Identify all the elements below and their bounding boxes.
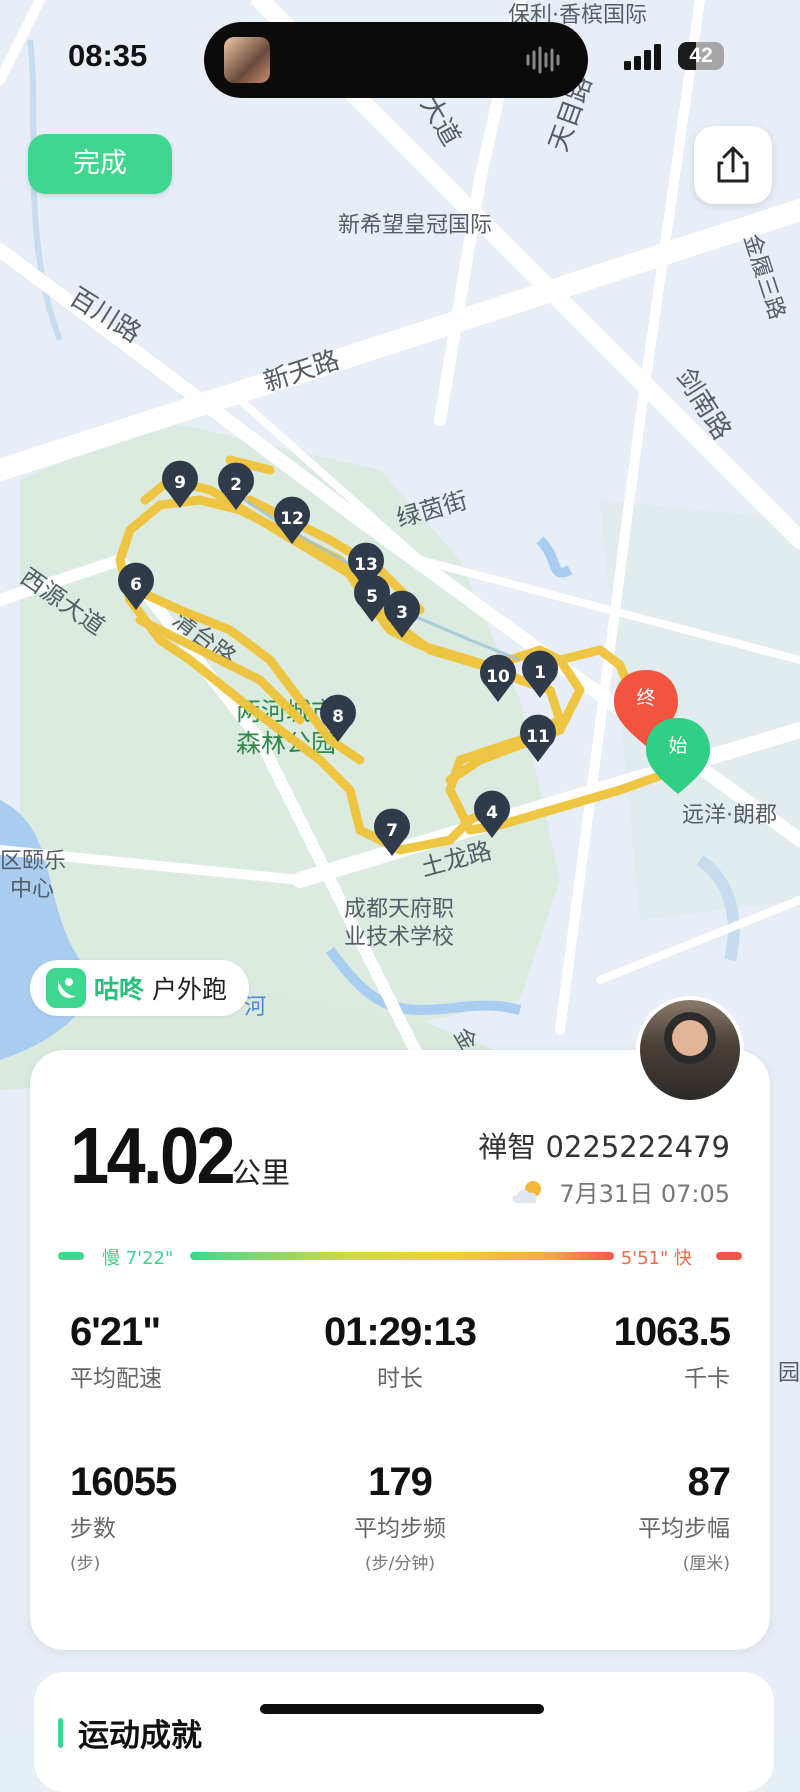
stat-value: 01:29:13 xyxy=(323,1310,477,1354)
status-time: 08:35 xyxy=(68,38,148,73)
distance-value: 14.02 xyxy=(70,1111,236,1200)
stat-value: 1063.5 xyxy=(613,1310,731,1354)
pace-fast-label: 5'51" 快 xyxy=(620,1248,692,1269)
stat-cadence: 179 平均步频 (步/分钟) xyxy=(300,1460,500,1574)
map-label: 区颐乐 xyxy=(0,849,66,874)
stat-label: 步数 xyxy=(70,1516,116,1542)
date-row: 7月31日 07:05 xyxy=(511,1174,730,1209)
stat-calories: 1063.5 千卡 xyxy=(613,1310,731,1393)
route-marker-label: 12 xyxy=(280,509,304,529)
stat-duration: 01:29:13 时长 xyxy=(300,1310,500,1393)
map-label: 园 xyxy=(778,1361,800,1386)
stat-stride: 87 平均步幅 (厘米) xyxy=(638,1460,732,1574)
pace-gradient-bar xyxy=(190,1252,614,1260)
route-marker-label: 8 xyxy=(332,707,344,727)
map-label: 业技术学校 xyxy=(344,925,454,950)
stat-label: 平均步幅 xyxy=(638,1516,730,1542)
pace-fast-dot xyxy=(716,1252,742,1260)
route-marker-label: 2 xyxy=(230,475,242,495)
route-marker-label: 11 xyxy=(526,727,550,747)
route-marker-label: 7 xyxy=(386,821,398,841)
sport-mode: 户外跑 xyxy=(152,975,228,1004)
map-label: 成都天府职 xyxy=(344,897,454,922)
stat-label: 平均配速 xyxy=(70,1366,162,1392)
pace-slow-dot xyxy=(58,1252,84,1260)
share-icon xyxy=(717,146,749,183)
weather-icon xyxy=(512,1180,542,1203)
battery-icon: 42 xyxy=(678,42,724,70)
route-marker-label: 10 xyxy=(486,667,510,687)
stat-avg-pace: 6'21" 平均配速 xyxy=(70,1310,162,1393)
stat-value: 87 xyxy=(687,1460,732,1504)
route-marker-label: 1 xyxy=(534,663,546,683)
stat-value: 6'21" xyxy=(70,1310,161,1354)
end-label: 终 xyxy=(636,687,655,709)
user-name: 禅智 0225222479 xyxy=(478,1130,730,1164)
signal-icon xyxy=(624,44,661,70)
stat-label: 时长 xyxy=(377,1366,423,1392)
done-button[interactable]: 完成 xyxy=(28,134,172,194)
section-accent-bar xyxy=(58,1718,63,1748)
audio-wave-icon xyxy=(526,46,560,74)
user-avatar[interactable] xyxy=(636,996,744,1104)
achievements-card[interactable]: 运动成就 xyxy=(34,1672,774,1792)
codoon-logo-icon xyxy=(46,968,86,1008)
route-marker-label: 5 xyxy=(366,587,378,607)
app-brand-badge: 咕咚 户外跑 xyxy=(30,960,250,1016)
share-button[interactable] xyxy=(694,126,772,204)
island-avatar xyxy=(224,37,270,83)
route-marker-label: 3 xyxy=(396,603,408,623)
route-marker-label: 4 xyxy=(486,803,498,823)
battery-level: 42 xyxy=(689,44,713,67)
workout-date: 7月31日 07:05 xyxy=(559,1180,730,1208)
stat-value: 16055 xyxy=(70,1460,177,1504)
brand-name: 咕咚 xyxy=(94,975,145,1004)
start-label: 始 xyxy=(668,735,687,757)
stat-steps: 16055 步数 (步) xyxy=(70,1460,177,1574)
stat-unit: (步) xyxy=(70,1554,101,1574)
dynamic-island[interactable] xyxy=(204,22,588,98)
route-marker-label: 6 xyxy=(130,575,142,595)
map-label: 新希望皇冠国际 xyxy=(338,213,492,238)
stat-value: 179 xyxy=(368,1460,433,1504)
pace-slow-label: 慢 7'22" xyxy=(102,1248,174,1269)
map-label: 中心 xyxy=(10,877,54,902)
map-label: 远洋·朗郡 xyxy=(682,803,777,828)
stat-unit: (厘米) xyxy=(682,1554,730,1574)
home-indicator[interactable] xyxy=(260,1704,544,1714)
stat-label: 千卡 xyxy=(684,1366,730,1392)
map-label: 河 xyxy=(244,995,266,1020)
route-marker-label: 13 xyxy=(354,555,378,575)
stat-label: 平均步频 xyxy=(354,1516,446,1542)
distance-unit: 公里 xyxy=(232,1156,291,1190)
route-marker-label: 9 xyxy=(174,473,186,493)
workout-summary-card: 14.02 公里 禅智 0225222479 7月31日 07:05 慢 7'2… xyxy=(30,1050,770,1650)
stat-unit: (步/分钟) xyxy=(365,1554,435,1574)
